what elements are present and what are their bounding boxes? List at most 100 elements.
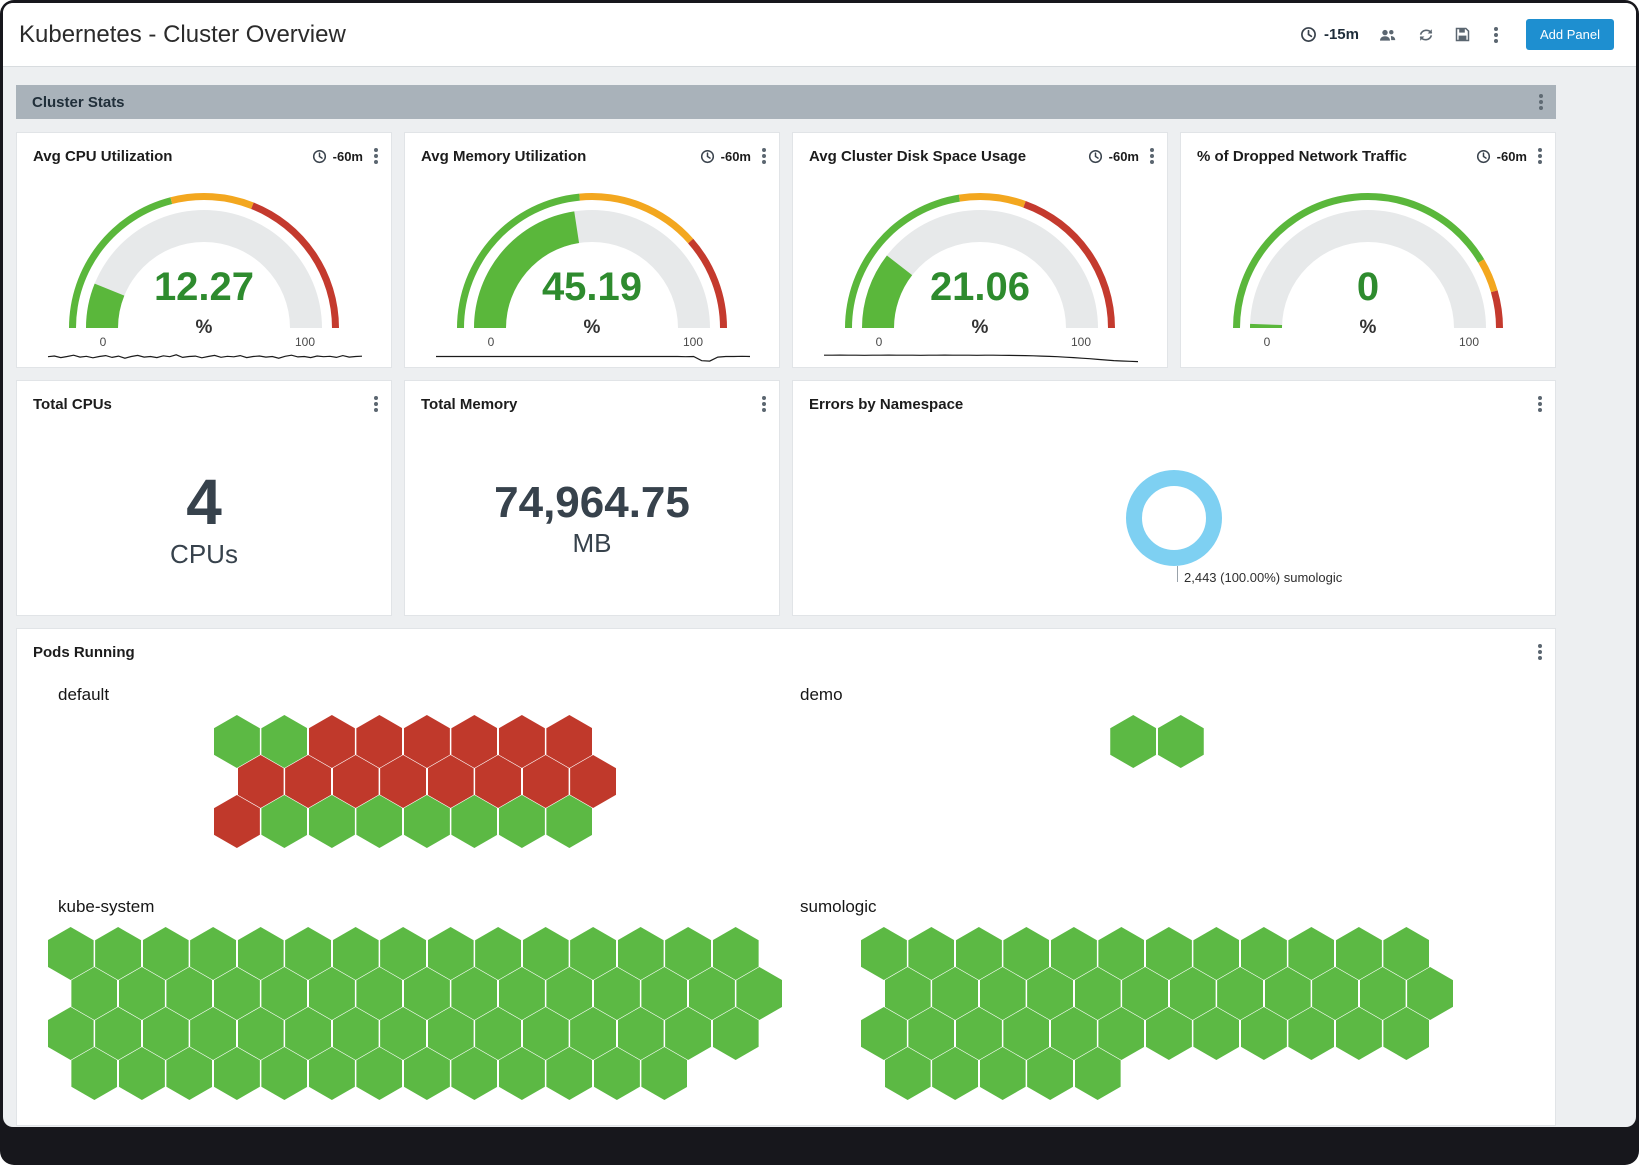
kebab-icon xyxy=(762,154,766,158)
panel-pods-running: Pods Running default demo kube-system xyxy=(16,628,1556,1126)
panel-time-range[interactable]: -60m xyxy=(333,149,363,164)
panel-title: Total Memory xyxy=(421,394,517,413)
panel-kebab-menu[interactable] xyxy=(757,146,771,166)
gauge-chart[interactable]: 21.06%0100 xyxy=(793,177,1167,353)
donut-slice-sumologic[interactable] xyxy=(1134,478,1214,558)
donut-ring xyxy=(1114,458,1234,578)
kebab-icon xyxy=(1150,154,1154,158)
panel-time-range[interactable]: -60m xyxy=(1497,149,1527,164)
donut-chart[interactable]: 2,443 (100.00%) sumologic xyxy=(793,425,1555,615)
gauge-value: 12.27 xyxy=(154,265,254,309)
panel-title: Pods Running xyxy=(33,642,135,661)
kebab-icon xyxy=(1538,402,1542,406)
page-title: Kubernetes - Cluster Overview xyxy=(19,21,346,49)
gauge-value: 45.19 xyxy=(542,265,642,309)
gauge-chart-container: 45.19%0100 xyxy=(405,177,779,367)
panel-title: Errors by Namespace xyxy=(809,394,963,413)
clock-icon xyxy=(1476,149,1491,164)
clock-icon xyxy=(1088,149,1103,164)
panel-kebab-menu[interactable] xyxy=(1533,642,1547,662)
clock-icon xyxy=(1300,26,1317,43)
panel-title: Avg CPU Utilization xyxy=(33,146,172,165)
panel-kebab-menu[interactable] xyxy=(1145,146,1159,166)
clock-icon xyxy=(700,149,715,164)
add-panel-button[interactable]: Add Panel xyxy=(1526,19,1614,50)
gauge-chart[interactable]: 0% 0 100 xyxy=(1181,177,1555,353)
gauge-value: 0 xyxy=(1357,265,1379,309)
gauge-ring-orange xyxy=(1478,259,1497,292)
section-header-cluster-stats[interactable]: Cluster Stats xyxy=(16,85,1556,119)
donut-callout: 2,443 (100.00%) sumologic xyxy=(1177,566,1342,582)
kebab-icon xyxy=(1494,33,1498,37)
header-toolbar: -15m xyxy=(1300,19,1614,50)
header-kebab-menu[interactable] xyxy=(1489,25,1503,45)
panel-avg-cpu-utilization: Avg CPU Utilization -60m 12.27% 0 100 xyxy=(16,132,392,368)
gauge-min-label: 0 xyxy=(876,335,883,349)
panel-kebab-menu[interactable] xyxy=(369,394,383,414)
gauge-chart[interactable]: 45.19%0100 xyxy=(405,177,779,353)
honeycomb-chart xyxy=(48,927,783,1100)
panel-kebab-menu[interactable] xyxy=(1533,146,1547,166)
panel-time-range[interactable]: -60m xyxy=(1109,149,1139,164)
pod-hexagon-healthy[interactable] xyxy=(1158,715,1204,768)
namespace-label: kube-system xyxy=(58,897,786,917)
panel-title: Avg Cluster Disk Space Usage xyxy=(809,146,1026,165)
honeycomb-chart xyxy=(214,715,616,848)
gauge-chart[interactable]: 12.27% 0 100 xyxy=(17,177,391,353)
kebab-icon xyxy=(374,154,378,158)
panel-time-range[interactable]: -60m xyxy=(721,149,751,164)
panel-kebab-menu[interactable] xyxy=(1533,394,1547,414)
namespace-label: demo xyxy=(800,685,1528,705)
gauge-unit: % xyxy=(196,317,213,338)
users-icon xyxy=(1378,27,1397,43)
gauge-max-label: 100 xyxy=(1459,335,1479,349)
pod-hexagon-healthy[interactable] xyxy=(1110,715,1156,768)
save-button[interactable] xyxy=(1453,25,1472,44)
kebab-icon xyxy=(1539,100,1543,104)
share-users-button[interactable] xyxy=(1376,25,1399,45)
honeycomb-grid: default demo kube-system sumologic xyxy=(17,673,1555,1108)
gauge-row: Avg CPU Utilization -60m 12.27% 0 100 Avg … xyxy=(16,132,1556,368)
namespace-cell-default: default xyxy=(44,673,786,885)
gauge-min-label: 0 xyxy=(100,335,107,349)
dashboard-window: Kubernetes - Cluster Overview -15m xyxy=(3,3,1636,1127)
pod-hex-row xyxy=(1110,715,1204,768)
panel-title: Total CPUs xyxy=(33,394,112,413)
gauge-ring-red xyxy=(1491,290,1503,328)
gauge-ring-orange xyxy=(170,193,253,209)
refresh-button[interactable] xyxy=(1416,25,1436,45)
dashboard-time-range-label: -15m xyxy=(1324,26,1359,43)
gauge-chart-container: 21.06%0100 xyxy=(793,177,1167,367)
gauge-unit: % xyxy=(1360,317,1377,338)
section-kebab-menu[interactable] xyxy=(1534,92,1548,112)
gauge-max-label: 100 xyxy=(683,335,703,349)
kebab-icon xyxy=(374,402,378,406)
panel-kebab-menu[interactable] xyxy=(757,394,771,414)
gauge-sparkline xyxy=(18,349,392,365)
panel-total-cpus: Total CPUs 4 CPUs xyxy=(16,380,392,616)
panel-title: Avg Memory Utilization xyxy=(421,146,586,165)
save-icon xyxy=(1455,27,1470,42)
gauge-max-label: 100 xyxy=(1071,335,1091,349)
dashboard-body: Cluster Stats Avg CPU Utilization -60m xyxy=(3,67,1556,1126)
clock-icon xyxy=(312,149,327,164)
pod-hex-row xyxy=(71,967,782,1020)
gauge-chart-container: 0% 0 100 xyxy=(1181,177,1555,367)
donut-label: 2,443 (100.00%) sumologic xyxy=(1184,570,1342,585)
refresh-icon xyxy=(1418,27,1434,43)
gauge-max-label: 100 xyxy=(295,335,315,349)
stat-unit: MB xyxy=(573,528,612,559)
kebab-icon xyxy=(1538,650,1542,654)
gauge-min-label: 0 xyxy=(1264,335,1271,349)
section-title: Cluster Stats xyxy=(32,94,125,111)
kebab-icon xyxy=(1538,154,1542,158)
stats-row: Total CPUs 4 CPUs Total Memory xyxy=(16,380,1556,616)
gauge-value: 21.06 xyxy=(930,265,1030,309)
gauge-sparkline xyxy=(406,349,780,365)
namespace-label: sumologic xyxy=(800,897,1528,917)
gauge-min-label: 0 xyxy=(488,335,495,349)
panel-kebab-menu[interactable] xyxy=(369,146,383,166)
namespace-cell-sumologic: sumologic xyxy=(786,885,1528,1100)
stat-unit: CPUs xyxy=(170,539,238,570)
dashboard-time-range-control[interactable]: -15m xyxy=(1300,26,1359,43)
